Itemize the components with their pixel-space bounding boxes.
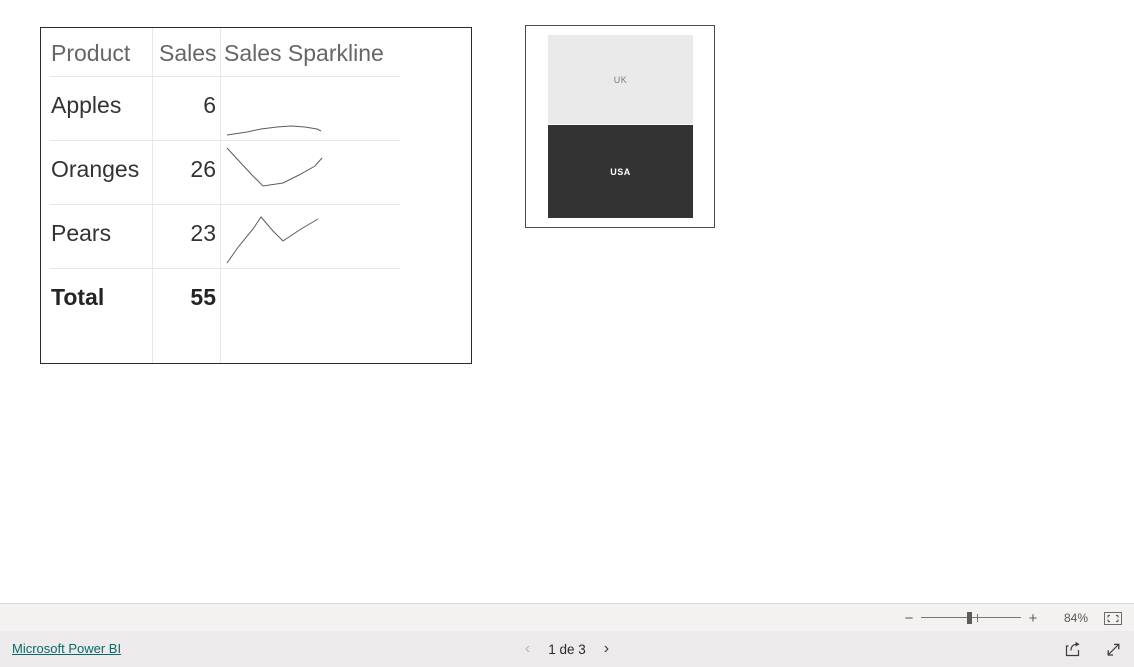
column-divider-2 bbox=[220, 28, 221, 363]
table-cell-sales-1: 6 bbox=[203, 92, 216, 118]
share-icon bbox=[1065, 641, 1080, 657]
treemap-label-usa: USA bbox=[610, 166, 631, 177]
next-page-button[interactable]: › bbox=[604, 641, 609, 657]
sparkline-path-pears bbox=[226, 216, 319, 264]
page-indicator-label: 1 de 3 bbox=[548, 641, 586, 657]
zoom-controls: − + 84% bbox=[900, 604, 1124, 632]
table-cell-total-sales: 55 bbox=[190, 284, 216, 310]
sparkline-cell-pears bbox=[225, 205, 440, 268]
fit-to-page-button[interactable] bbox=[1102, 608, 1124, 628]
sparkline-cell-apples bbox=[225, 77, 440, 140]
report-canvas: Product Sales Sales Sparkline Apples 6 O… bbox=[0, 0, 1134, 603]
sparkline-cell-oranges bbox=[225, 141, 440, 204]
fullscreen-icon bbox=[1107, 643, 1119, 656]
zoom-slider-thumb[interactable] bbox=[967, 612, 972, 624]
zoom-in-button[interactable]: + bbox=[1024, 611, 1042, 626]
treemap-node-uk[interactable]: UK bbox=[548, 35, 693, 124]
previous-page-button[interactable]: ‹ bbox=[525, 641, 530, 657]
treemap-visual[interactable]: UK USA bbox=[525, 25, 715, 228]
column-header-product[interactable]: Product bbox=[51, 40, 147, 67]
page-navigation: ‹ 1 de 3 › bbox=[0, 631, 1134, 667]
sparkline-cell-total bbox=[225, 269, 440, 332]
treemap-node-usa[interactable]: USA bbox=[548, 125, 693, 218]
sparkline-path-oranges bbox=[226, 147, 323, 187]
table-cell-product-3: Pears bbox=[51, 220, 112, 246]
zoom-out-button[interactable]: − bbox=[900, 611, 918, 626]
fit-to-page-icon bbox=[1104, 611, 1122, 625]
column-divider-1 bbox=[152, 28, 153, 363]
column-header-sales-sparkline[interactable]: Sales Sparkline bbox=[224, 40, 454, 67]
table-cell-product-1: Apples bbox=[51, 92, 122, 118]
sparkline-path-apples bbox=[226, 125, 322, 136]
table-cell-total-label: Total bbox=[51, 284, 105, 310]
footer-bar: Microsoft Power BI ‹ 1 de 3 › bbox=[0, 631, 1134, 667]
table-cell-sales-3: 23 bbox=[190, 220, 216, 246]
table-cell-product-2: Oranges bbox=[51, 156, 140, 182]
zoom-level-label: 84% bbox=[1063, 611, 1088, 625]
table-cell-sales-2: 26 bbox=[190, 156, 216, 182]
share-button[interactable] bbox=[1062, 639, 1084, 659]
fullscreen-button[interactable] bbox=[1102, 639, 1124, 659]
zoom-bar: − + 84% bbox=[0, 603, 1134, 631]
zoom-slider-tick bbox=[977, 614, 978, 622]
treemap-label-uk: UK bbox=[613, 74, 628, 85]
table-grid: Product Sales Sales Sparkline Apples 6 O… bbox=[41, 28, 471, 363]
footer-actions bbox=[1062, 631, 1124, 667]
column-header-sales[interactable]: Sales bbox=[159, 40, 217, 67]
zoom-slider[interactable] bbox=[921, 611, 1021, 625]
table-visual[interactable]: Product Sales Sales Sparkline Apples 6 O… bbox=[40, 27, 472, 364]
